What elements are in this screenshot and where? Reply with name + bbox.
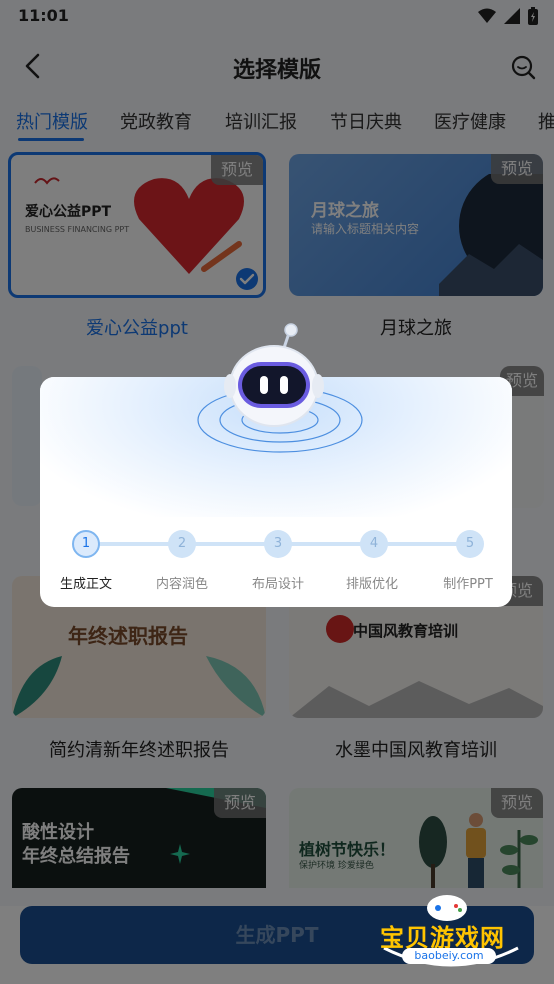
step-indicator-3: 3 — [264, 530, 292, 558]
step-indicator-4: 4 — [360, 530, 388, 558]
step-indicator-5: 5 — [456, 530, 484, 558]
step-label-3: 布局设计 — [251, 577, 304, 592]
step-indicator-2: 2 — [168, 530, 196, 558]
step-label-4: 排版优化 — [345, 577, 398, 592]
step-indicator-1: 1 — [72, 530, 100, 558]
watermark-url: baobeiy.com — [402, 948, 496, 964]
robot-mascot-icon — [224, 323, 324, 427]
step-label-5: 制作PPT — [443, 577, 493, 592]
step-label-1: 生成正文 — [59, 577, 112, 592]
site-watermark: 宝贝游戏网 baobeiy.com — [376, 892, 526, 976]
step-label-2: 内容润色 — [155, 577, 208, 592]
